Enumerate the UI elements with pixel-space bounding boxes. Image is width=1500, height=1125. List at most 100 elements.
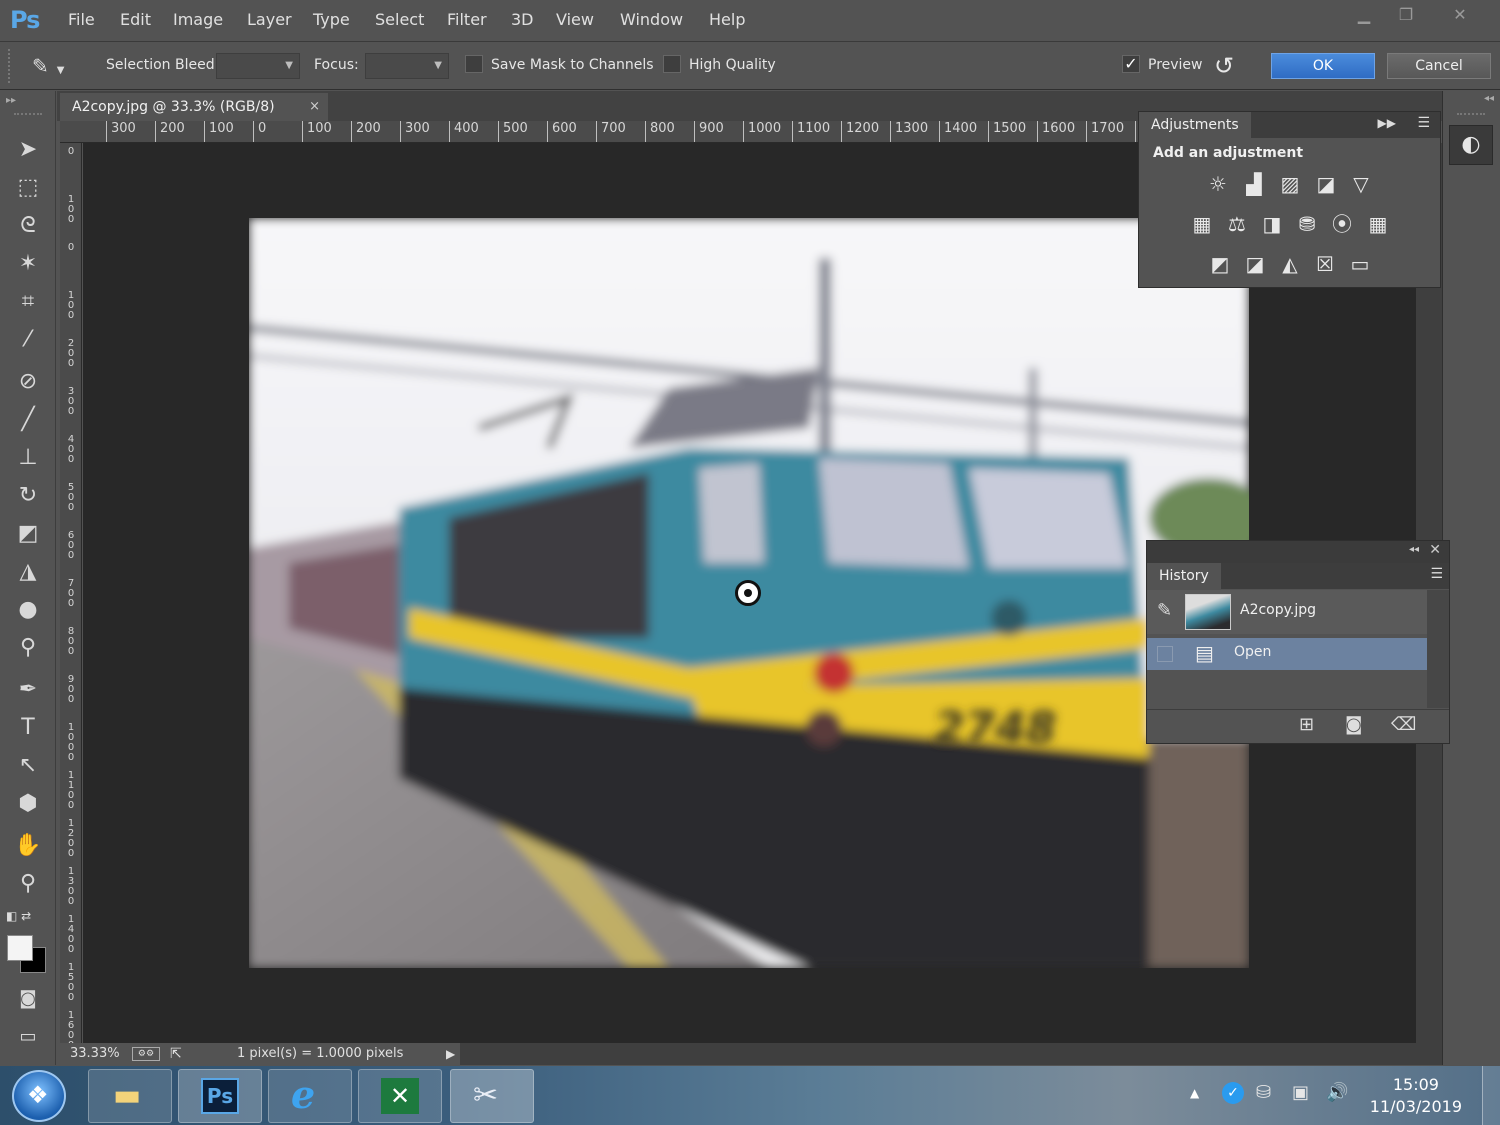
camera-icon[interactable]: ◙ xyxy=(1345,714,1362,735)
minimize-button[interactable]: ▁ xyxy=(1344,4,1384,28)
taskbar-file-explorer[interactable]: ▬ xyxy=(88,1069,172,1123)
panel-menu-icon[interactable]: ☰ xyxy=(1430,566,1443,582)
foreground-color-swatch[interactable] xyxy=(7,935,33,961)
brush-tool-icon[interactable]: ╱ xyxy=(10,405,46,435)
dock-grip[interactable] xyxy=(1457,113,1485,117)
tab-history[interactable]: History xyxy=(1147,563,1221,589)
healing-brush-tool-icon[interactable]: ⊘ xyxy=(10,367,46,397)
type-tool-icon[interactable]: T xyxy=(10,713,46,743)
black-white-icon[interactable]: ◨ xyxy=(1259,211,1285,237)
channel-mixer-icon[interactable]: ⦿ xyxy=(1329,211,1355,237)
network-drive-icon[interactable]: ⛁ xyxy=(1256,1082,1271,1103)
taskbar-photoshop[interactable]: Ps xyxy=(178,1069,262,1123)
menu-window[interactable]: Window xyxy=(620,10,683,29)
hand-tool-icon[interactable]: ✋ xyxy=(10,831,46,861)
pen-tool-icon[interactable]: ✒ xyxy=(10,675,46,705)
menu-view[interactable]: View xyxy=(556,10,594,29)
cancel-button[interactable]: Cancel xyxy=(1387,53,1491,79)
eyedropper-tool-icon[interactable]: ⁄ xyxy=(10,325,46,355)
crop-tool-icon[interactable]: ⌗ xyxy=(10,287,46,317)
close-tab-icon[interactable]: × xyxy=(309,93,320,121)
move-tool-icon[interactable]: ➤ xyxy=(10,135,46,165)
start-button[interactable]: ❖ xyxy=(12,1070,66,1122)
history-brush-source-icon[interactable]: ✎ xyxy=(1157,600,1172,621)
menu-3d[interactable]: 3D xyxy=(511,10,534,29)
expand-panel-icon[interactable]: ▶▶ xyxy=(1378,116,1396,130)
high-quality-checkbox[interactable] xyxy=(663,55,681,73)
exposure-icon[interactable]: ◪ xyxy=(1313,171,1339,197)
quick-mask-icon[interactable]: ◙ xyxy=(10,984,46,1014)
play-arrow-icon[interactable]: ▶ xyxy=(446,1043,455,1065)
marquee-tool-icon[interactable]: ⬚ xyxy=(10,173,46,203)
zoom-tool-icon[interactable]: ⚲ xyxy=(10,869,46,899)
taskbar-snipping-tool[interactable]: ✂ xyxy=(450,1069,534,1123)
screen-mode-icon[interactable]: ▭ xyxy=(10,1022,46,1052)
lasso-tool-icon[interactable]: ᘓ xyxy=(10,211,46,241)
menu-image[interactable]: Image xyxy=(173,10,223,29)
menu-help[interactable]: Help xyxy=(709,10,745,29)
curves-icon[interactable]: ▨ xyxy=(1277,171,1303,197)
options-grip[interactable] xyxy=(8,49,12,83)
threshold-icon[interactable]: ◭ xyxy=(1277,251,1303,277)
shape-tool-icon[interactable]: ⬢ xyxy=(10,789,46,819)
color-balance-icon[interactable]: ⚖ xyxy=(1224,211,1250,237)
selective-color-icon[interactable]: ☒ xyxy=(1312,251,1338,277)
ok-button[interactable]: OK xyxy=(1271,53,1375,79)
menu-type[interactable]: Type xyxy=(313,10,350,29)
taskbar-excel[interactable]: ✕ xyxy=(358,1069,442,1123)
levels-icon[interactable]: ▟ xyxy=(1241,171,1267,197)
tools-grip[interactable] xyxy=(14,113,42,117)
quick-selection-tool-icon[interactable]: ✶ xyxy=(10,249,46,279)
clone-stamp-tool-icon[interactable]: ⊥ xyxy=(10,443,46,473)
tool-preset-picker[interactable]: ✎ ▼ xyxy=(32,51,82,81)
dodge-tool-icon[interactable]: ⚲ xyxy=(10,633,46,663)
history-step[interactable]: ▤ Open xyxy=(1147,638,1427,670)
tab-adjustments[interactable]: Adjustments xyxy=(1139,112,1251,138)
adjustments-panel-icon[interactable]: ◐ xyxy=(1449,125,1493,165)
document-tab[interactable]: A2copy.jpg @ 33.3% (RGB/8) × xyxy=(60,93,328,121)
gpu-icon[interactable]: ⚙⚙ xyxy=(132,1047,160,1061)
preview-checkbox[interactable]: ✓ xyxy=(1122,55,1140,73)
new-document-from-state-icon[interactable]: ⊞ xyxy=(1299,714,1314,735)
paint-bucket-tool-icon[interactable]: ◮ xyxy=(10,557,46,587)
collapse-tools-icon[interactable]: ▸▸ xyxy=(6,95,16,106)
menu-edit[interactable]: Edit xyxy=(120,10,151,29)
menu-layer[interactable]: Layer xyxy=(247,10,292,29)
history-snapshot[interactable]: ✎ A2copy.jpg xyxy=(1147,590,1427,634)
taskbar-internet-explorer[interactable]: e xyxy=(268,1069,352,1123)
gradient-map-icon[interactable]: ▭ xyxy=(1347,251,1373,277)
menu-file[interactable]: File xyxy=(68,10,95,29)
collapse-panel-icon[interactable]: ◂◂ xyxy=(1409,544,1419,555)
swap-colors-icon[interactable]: ◧ ⇄ xyxy=(6,909,46,925)
brightness-contrast-icon[interactable]: ☼ xyxy=(1205,171,1231,197)
history-scrollbar[interactable] xyxy=(1427,590,1449,708)
network-icon[interactable]: ▣ xyxy=(1292,1082,1309,1103)
show-hidden-icons[interactable]: ▲ xyxy=(1190,1086,1199,1100)
vibrance-icon[interactable]: ▽ xyxy=(1348,171,1374,197)
selection-bleed-select[interactable]: ▼ xyxy=(216,53,300,79)
zoom-level[interactable]: 33.33% xyxy=(70,1043,120,1065)
invert-icon[interactable]: ◩ xyxy=(1207,251,1233,277)
photo-filter-icon[interactable]: ⛃ xyxy=(1294,211,1320,237)
eraser-tool-icon[interactable]: ◩ xyxy=(10,519,46,549)
close-window-button[interactable]: ✕ xyxy=(1440,4,1480,28)
volume-icon[interactable]: 🔊 xyxy=(1326,1082,1348,1103)
reset-icon[interactable]: ↺ xyxy=(1214,51,1244,81)
posterize-icon[interactable]: ◪ xyxy=(1242,251,1268,277)
menu-select[interactable]: Select xyxy=(375,10,424,29)
restore-button[interactable]: ❐ xyxy=(1386,4,1426,28)
menu-filter[interactable]: Filter xyxy=(447,10,487,29)
hue-saturation-icon[interactable]: ▦ xyxy=(1189,211,1215,237)
path-selection-tool-icon[interactable]: ↖ xyxy=(10,751,46,781)
focus-select[interactable]: ▼ xyxy=(365,53,449,79)
trash-icon[interactable]: ⌫ xyxy=(1391,714,1416,735)
blur-tool-icon[interactable]: ● xyxy=(10,595,46,625)
share-icon[interactable]: ⇱ xyxy=(170,1043,182,1065)
history-brush-tool-icon[interactable]: ↻ xyxy=(10,481,46,511)
show-desktop-button[interactable] xyxy=(1482,1066,1500,1125)
history-source-checkbox[interactable] xyxy=(1157,646,1173,662)
security-shield-icon[interactable]: ✓ xyxy=(1222,1082,1244,1104)
close-panel-icon[interactable]: ✕ xyxy=(1429,542,1441,558)
collapse-dock-icon[interactable]: ◂◂ xyxy=(1484,93,1494,104)
panel-menu-icon[interactable]: ☰ xyxy=(1417,115,1430,131)
